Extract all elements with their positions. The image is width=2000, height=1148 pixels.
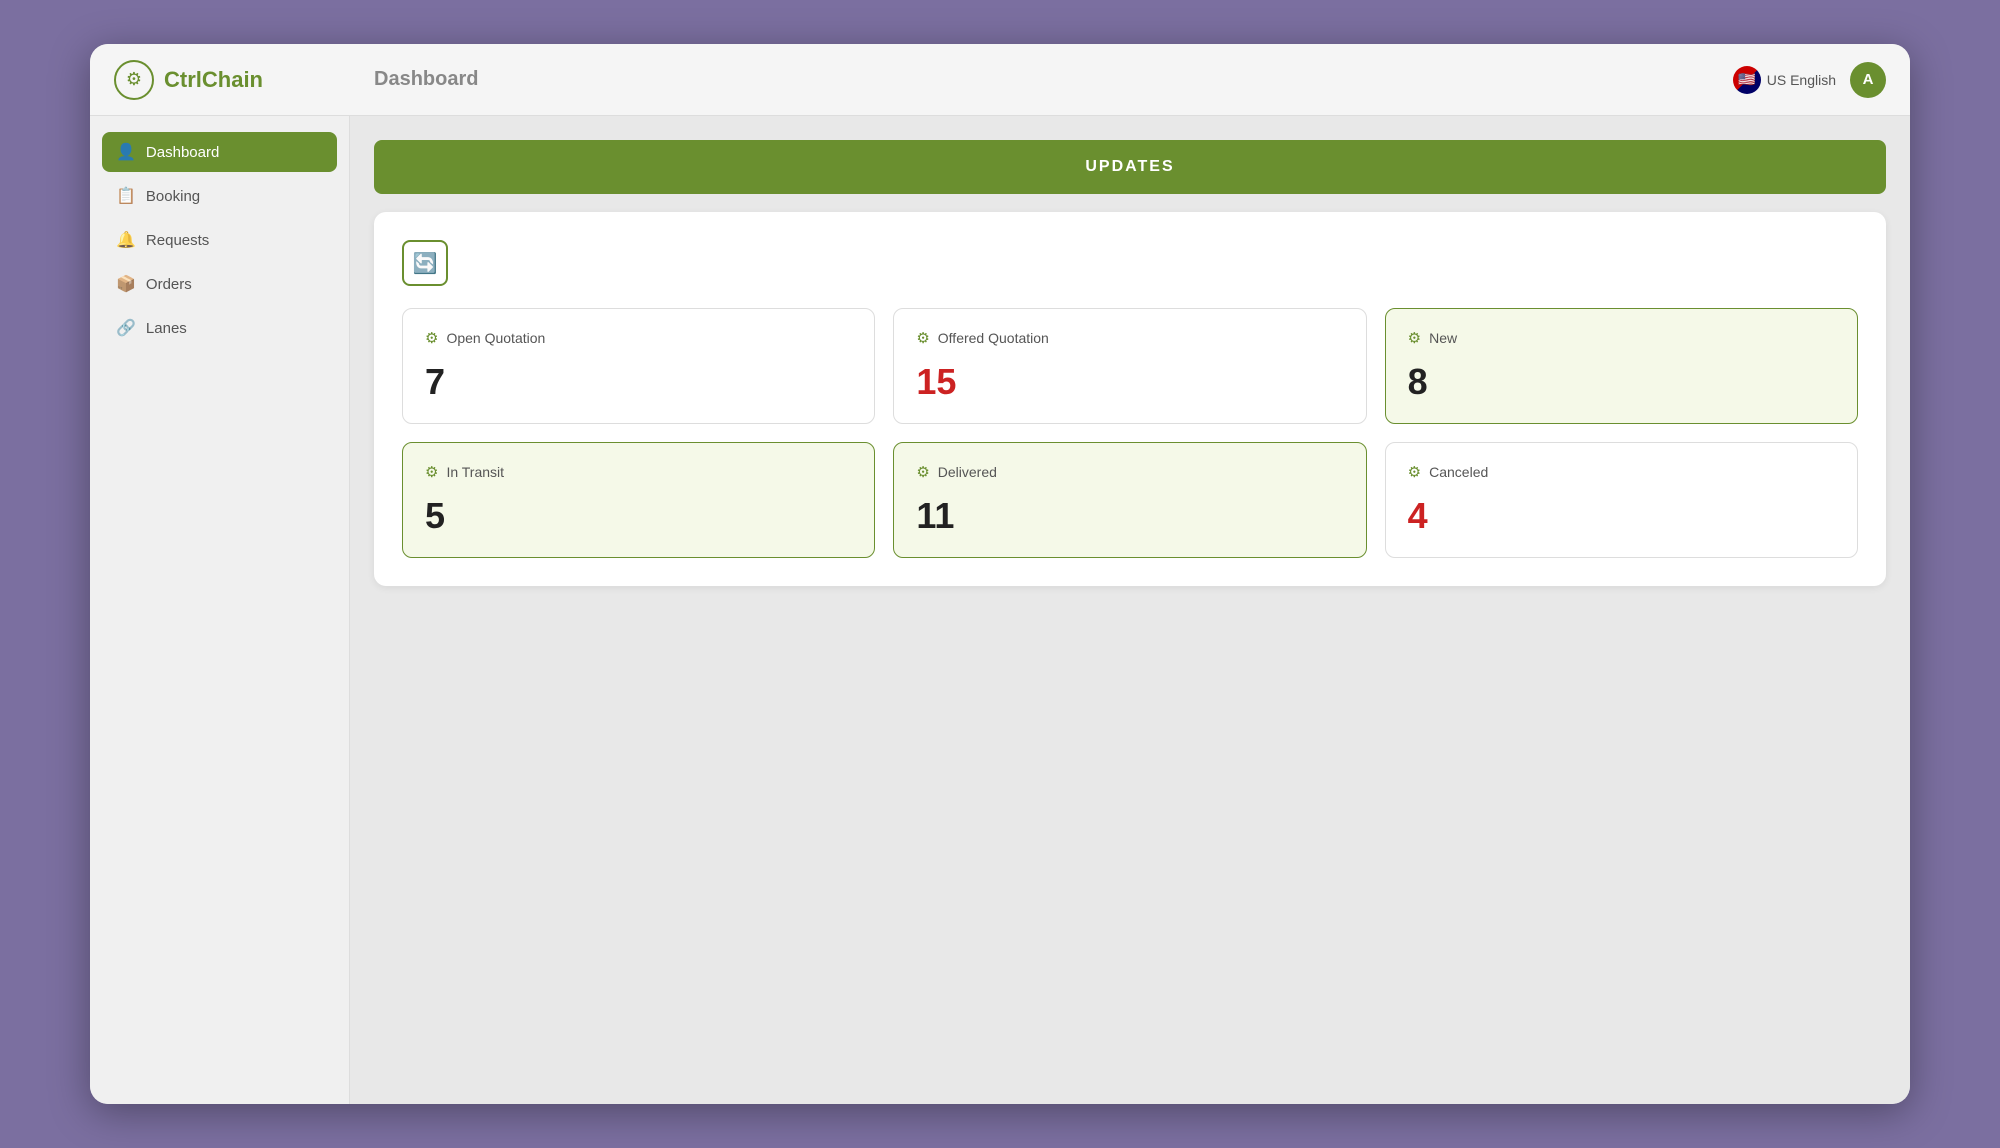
stats-grid: ⚙ Open Quotation 7 ⚙ Offered Quotation 1… [402, 308, 1858, 558]
logo-icon: ⚙ [114, 60, 154, 100]
booking-icon: 📋 [116, 186, 136, 206]
stat-icon-open-quotation: ⚙ [425, 329, 438, 347]
stat-value-offered-quotation: 15 [916, 361, 1343, 403]
top-bar-right: 🇺🇸 US English A [1733, 62, 1886, 98]
lang-selector[interactable]: 🇺🇸 US English [1733, 66, 1836, 94]
stat-card-open-quotation[interactable]: ⚙ Open Quotation 7 [402, 308, 875, 424]
sidebar: 👤 Dashboard 📋 Booking 🔔 Requests 📦 Order… [90, 116, 350, 1104]
sidebar-item-booking[interactable]: 📋 Booking [102, 176, 337, 216]
stat-label-new: New [1429, 330, 1457, 346]
sidebar-item-requests[interactable]: 🔔 Requests [102, 220, 337, 260]
app-name: CtrlChain [164, 67, 263, 93]
card-panel: 🔄 ⚙ Open Quotation 7 ⚙ Offered Quotation… [374, 212, 1886, 586]
sidebar-item-orders[interactable]: 📦 Orders [102, 264, 337, 304]
stat-value-in-transit: 5 [425, 495, 852, 537]
user-avatar[interactable]: A [1850, 62, 1886, 98]
stat-label-offered-quotation: Offered Quotation [938, 330, 1049, 346]
lang-label: US English [1767, 72, 1836, 88]
stat-card-canceled[interactable]: ⚙ Canceled 4 [1385, 442, 1858, 558]
stat-icon-canceled: ⚙ [1408, 463, 1421, 481]
stat-label-canceled: Canceled [1429, 464, 1488, 480]
stat-header-offered-quotation: ⚙ Offered Quotation [916, 329, 1343, 347]
stat-header-canceled: ⚙ Canceled [1408, 463, 1835, 481]
content-area: UPDATES 🔄 ⚙ Open Quotation 7 ⚙ Offered Q… [350, 116, 1910, 1104]
requests-icon: 🔔 [116, 230, 136, 250]
stat-card-offered-quotation[interactable]: ⚙ Offered Quotation 15 [893, 308, 1366, 424]
refresh-icon: 🔄 [413, 251, 438, 276]
stat-icon-new: ⚙ [1408, 329, 1421, 347]
stat-value-delivered: 11 [916, 495, 1343, 537]
stat-header-open-quotation: ⚙ Open Quotation [425, 329, 852, 347]
sidebar-label-dashboard: Dashboard [146, 144, 219, 161]
sidebar-label-requests: Requests [146, 232, 209, 249]
stat-card-delivered[interactable]: ⚙ Delivered 11 [893, 442, 1366, 558]
stat-label-in-transit: In Transit [446, 464, 504, 480]
stat-label-delivered: Delivered [938, 464, 997, 480]
sidebar-item-lanes[interactable]: 🔗 Lanes [102, 308, 337, 348]
stat-label-open-quotation: Open Quotation [446, 330, 545, 346]
stat-icon-delivered: ⚙ [916, 463, 929, 481]
top-bar: ⚙ CtrlChain Dashboard 🇺🇸 US English A [90, 44, 1910, 116]
logo-area: ⚙ CtrlChain [114, 60, 374, 100]
dashboard-icon: 👤 [116, 142, 136, 162]
sidebar-label-booking: Booking [146, 188, 200, 205]
stat-icon-in-transit: ⚙ [425, 463, 438, 481]
refresh-button[interactable]: 🔄 [402, 240, 448, 286]
sidebar-item-dashboard[interactable]: 👤 Dashboard [102, 132, 337, 172]
stat-header-new: ⚙ New [1408, 329, 1835, 347]
stat-value-canceled: 4 [1408, 495, 1835, 537]
app-shell: ⚙ CtrlChain Dashboard 🇺🇸 US English A 👤 … [90, 44, 1910, 1104]
main-layout: 👤 Dashboard 📋 Booking 🔔 Requests 📦 Order… [90, 116, 1910, 1104]
sidebar-label-orders: Orders [146, 276, 192, 293]
stat-header-delivered: ⚙ Delivered [916, 463, 1343, 481]
stat-card-in-transit[interactable]: ⚙ In Transit 5 [402, 442, 875, 558]
stat-icon-offered-quotation: ⚙ [916, 329, 929, 347]
stat-value-open-quotation: 7 [425, 361, 852, 403]
updates-banner: UPDATES [374, 140, 1886, 194]
stat-card-new[interactable]: ⚙ New 8 [1385, 308, 1858, 424]
lanes-icon: 🔗 [116, 318, 136, 338]
orders-icon: 📦 [116, 274, 136, 294]
stat-value-new: 8 [1408, 361, 1835, 403]
page-title: Dashboard [374, 68, 1733, 91]
stat-header-in-transit: ⚙ In Transit [425, 463, 852, 481]
sidebar-label-lanes: Lanes [146, 320, 187, 337]
flag-icon: 🇺🇸 [1733, 66, 1761, 94]
